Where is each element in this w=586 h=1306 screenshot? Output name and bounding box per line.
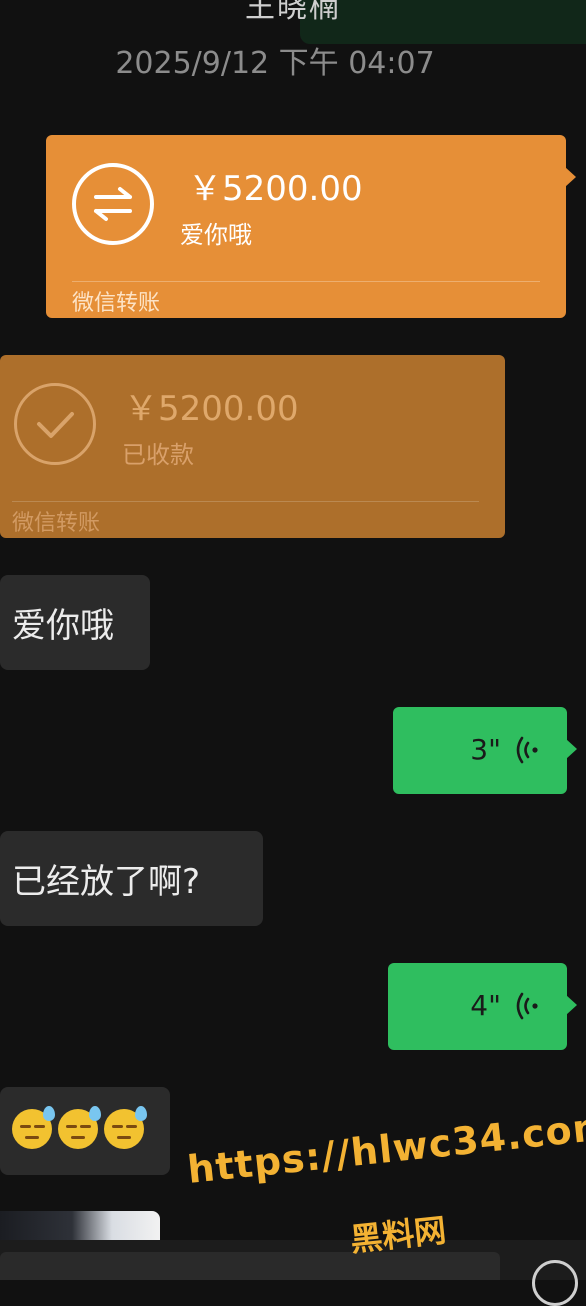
voice-message-bubble[interactable]: 4" (388, 963, 577, 1050)
message-timestamp: 2025/9/12 下午 04:07 (115, 46, 435, 81)
sweat-smile-emoji (12, 1106, 55, 1149)
voice-wave-icon (515, 991, 539, 1028)
message-bubble-received[interactable]: 爱你哦 (0, 575, 150, 670)
voice-wave-icon (515, 735, 539, 772)
transfer-arrows-icon (72, 163, 154, 245)
voice-duration: 4" (470, 989, 501, 1022)
message-bubble-received[interactable]: 已经放了啊? (0, 831, 263, 926)
checkmark-icon (14, 383, 96, 465)
sweat-smile-emoji (104, 1106, 147, 1149)
bubble-tail (565, 167, 576, 187)
chat-contact-name: 王晓楠 (245, 0, 341, 25)
watermark-url: https://hlwc34.com (185, 1103, 586, 1192)
transfer-divider (72, 281, 540, 282)
voice-message-bubble[interactable]: 3" (393, 707, 577, 794)
transfer-amount: ￥5200.00 (124, 389, 299, 429)
transfer-status: 已收款 (122, 441, 194, 469)
message-input[interactable] (0, 1252, 500, 1280)
bubble-tail (566, 739, 577, 759)
message-text: 已经放了啊? (12, 862, 201, 902)
transfer-divider (12, 501, 479, 502)
sweat-smile-emoji (58, 1106, 101, 1149)
transfer-amount: ￥5200.00 (188, 169, 363, 209)
transfer-card-received[interactable]: ￥5200.00 已收款 微信转账 (0, 355, 505, 538)
transfer-footer-label: 微信转账 (12, 511, 101, 536)
add-button[interactable] (532, 1260, 578, 1306)
emoji-message-bubble[interactable] (0, 1087, 170, 1175)
transfer-footer-label: 微信转账 (72, 291, 161, 316)
message-text: 爱你哦 (12, 606, 114, 646)
voice-duration: 3" (470, 733, 501, 766)
bubble-tail (566, 995, 577, 1015)
transfer-note: 爱你哦 (180, 221, 252, 249)
transfer-card-sent[interactable]: ￥5200.00 爱你哦 微信转账 (46, 135, 576, 318)
